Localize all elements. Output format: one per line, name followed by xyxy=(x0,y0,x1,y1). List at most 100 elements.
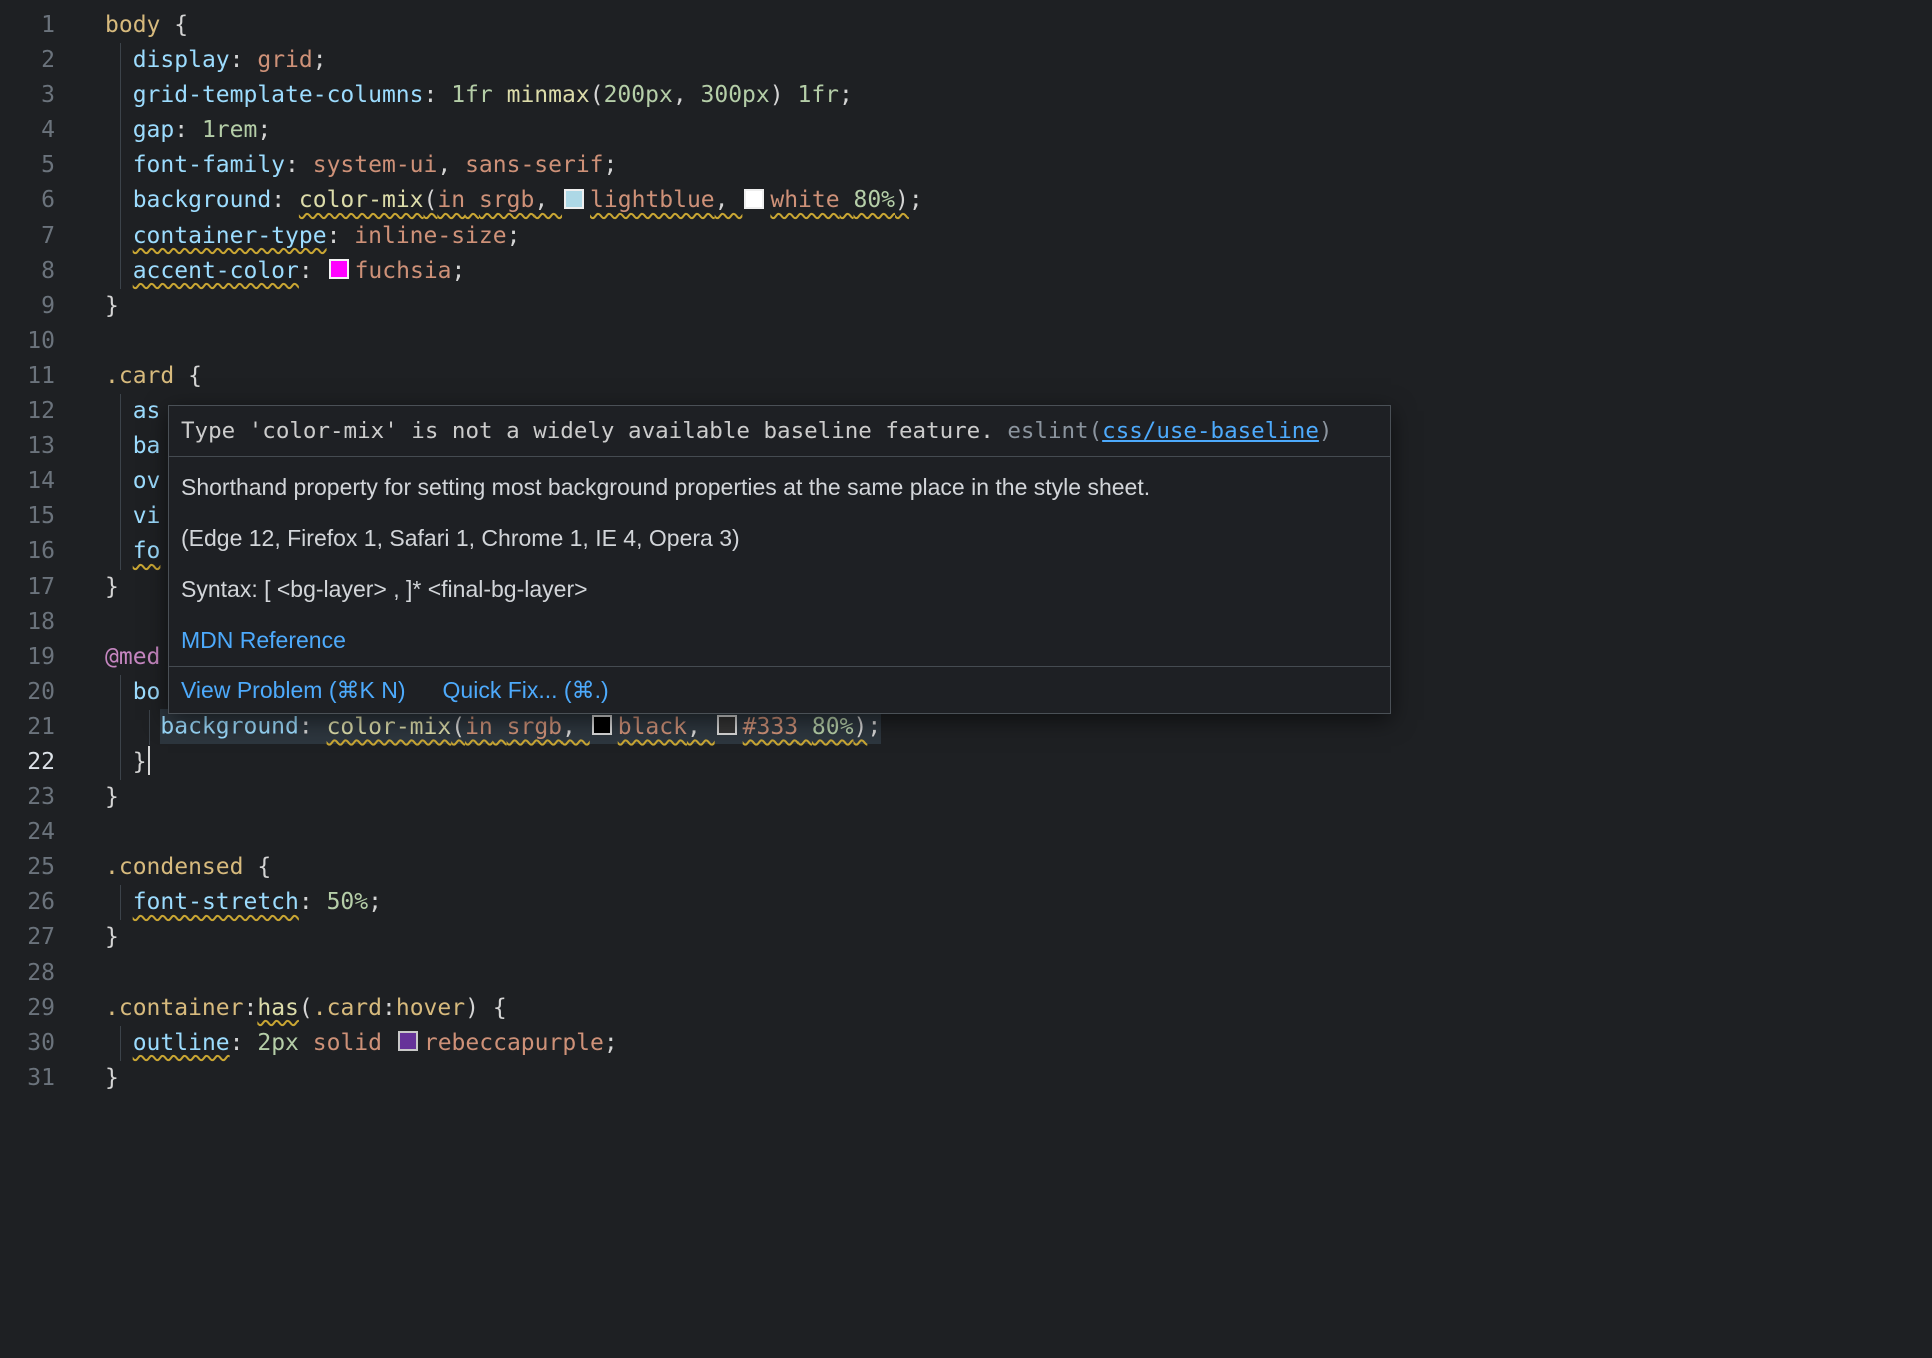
code-token: lightblue xyxy=(590,187,715,213)
code-line[interactable]: 22 } xyxy=(0,745,1932,780)
code-token: font-stretch xyxy=(133,889,299,915)
mdn-reference-link[interactable]: MDN Reference xyxy=(181,627,346,653)
code-text: font-stretch: 50%; xyxy=(105,885,382,920)
hover-action-bar: View Problem (⌘K N) Quick Fix... (⌘.) xyxy=(169,667,1390,713)
line-number: 21 xyxy=(0,710,55,745)
code-token: ; xyxy=(368,889,382,915)
code-line[interactable]: 11.card { xyxy=(0,359,1932,394)
code-token: .card xyxy=(313,995,382,1021)
code-token xyxy=(105,223,133,249)
color-swatch[interactable] xyxy=(717,715,737,735)
code-line[interactable]: 10 xyxy=(0,324,1932,359)
code-line[interactable]: 3 grid-template-columns: 1fr minmax(200p… xyxy=(0,78,1932,113)
code-token: #333 xyxy=(743,714,798,740)
code-text: bo xyxy=(105,675,160,710)
code-line[interactable]: 26 font-stretch: 50%; xyxy=(0,885,1932,920)
code-line[interactable]: 4 gap: 1rem; xyxy=(0,113,1932,148)
code-token: .container xyxy=(105,995,243,1021)
hover-warning-row: Type 'color-mix' is not a widely availab… xyxy=(169,406,1390,456)
code-token: rebeccapurple xyxy=(424,1030,604,1056)
line-number: 28 xyxy=(0,956,55,991)
code-line[interactable]: 27} xyxy=(0,920,1932,955)
code-text: gap: 1rem; xyxy=(105,113,271,148)
line-number: 22 xyxy=(0,745,55,780)
code-line[interactable]: 7 container-type: inline-size; xyxy=(0,219,1932,254)
color-swatch[interactable] xyxy=(744,189,764,209)
code-token: solid xyxy=(313,1030,382,1056)
code-line[interactable]: 23} xyxy=(0,780,1932,815)
code-token: 50% xyxy=(327,889,369,915)
code-token xyxy=(105,258,133,284)
code-token: as xyxy=(133,398,161,424)
code-line[interactable]: 25.condensed { xyxy=(0,850,1932,885)
code-line[interactable]: 30 outline: 2px solid rebeccapurple; xyxy=(0,1026,1932,1061)
code-token: 1fr xyxy=(451,82,493,108)
code-token: } xyxy=(133,749,147,775)
code-line[interactable]: 24 xyxy=(0,815,1932,850)
code-line[interactable]: 6 background: color-mix(in srgb, lightbl… xyxy=(0,183,1932,218)
code-token: grid-template-columns xyxy=(133,82,424,108)
line-number: 7 xyxy=(0,219,55,254)
code-line[interactable]: 1body { xyxy=(0,8,1932,43)
code-token: ; xyxy=(909,187,923,213)
code-token: fuchsia xyxy=(355,258,452,284)
line-number: 15 xyxy=(0,499,55,534)
color-swatch[interactable] xyxy=(398,1031,418,1051)
code-line[interactable]: 2 display: grid; xyxy=(0,43,1932,78)
color-swatch[interactable] xyxy=(564,189,584,209)
code-token: @med xyxy=(105,644,160,670)
code-text: @med xyxy=(105,640,160,675)
code-text: } xyxy=(105,1061,119,1096)
code-text: } xyxy=(105,920,119,955)
color-swatch[interactable] xyxy=(329,259,349,279)
code-token: white xyxy=(770,187,839,213)
syntax-line: Syntax: [ <bg-layer> , ]* <final-bg-laye… xyxy=(181,575,1378,603)
line-number: 18 xyxy=(0,605,55,640)
view-problem-link[interactable]: View Problem (⌘K N) xyxy=(181,676,406,704)
code-token: : xyxy=(327,223,355,249)
code-text: background: color-mix(in srgb, black, #3… xyxy=(105,710,881,745)
code-token: , xyxy=(437,152,465,178)
code-token: color-mix xyxy=(299,187,424,213)
line-number: 23 xyxy=(0,780,55,815)
warning-squiggle: has xyxy=(257,995,299,1021)
code-line[interactable]: 28 xyxy=(0,956,1932,991)
code-text: ov xyxy=(105,464,160,499)
code-token: gap xyxy=(133,117,175,143)
line-number: 10 xyxy=(0,324,55,359)
code-line[interactable]: 21 background: color-mix(in srgb, black,… xyxy=(0,710,1932,745)
code-line[interactable]: 31} xyxy=(0,1061,1932,1096)
code-token xyxy=(105,117,133,143)
warning-squiggle: container-type xyxy=(133,223,327,249)
code-token: , xyxy=(562,714,590,740)
code-line[interactable]: 9} xyxy=(0,289,1932,324)
quick-fix-link[interactable]: Quick Fix... (⌘.) xyxy=(443,676,609,704)
code-token: display xyxy=(133,47,230,73)
text-cursor xyxy=(148,746,150,775)
code-token: ) xyxy=(895,187,909,213)
code-line[interactable]: 5 font-family: system-ui, sans-serif; xyxy=(0,148,1932,183)
property-description: Shorthand property for setting most back… xyxy=(181,473,1378,501)
code-token: body xyxy=(105,12,160,38)
line-number: 6 xyxy=(0,183,55,218)
line-number: 5 xyxy=(0,148,55,183)
code-token: has xyxy=(257,995,299,1021)
line-number: 1 xyxy=(0,8,55,43)
line-number: 2 xyxy=(0,43,55,78)
line-number: 4 xyxy=(0,113,55,148)
code-token xyxy=(105,679,133,705)
code-text: } xyxy=(105,745,150,780)
color-swatch[interactable] xyxy=(592,715,612,735)
code-token: system-ui xyxy=(313,152,438,178)
warning-squiggle: accent-color xyxy=(133,258,299,284)
code-token: : xyxy=(285,152,313,178)
code-line[interactable]: 29.container:has(.card:hover) { xyxy=(0,991,1932,1026)
code-token xyxy=(105,47,133,73)
code-line[interactable]: 8 accent-color: fuchsia; xyxy=(0,254,1932,289)
code-token: sans-serif xyxy=(465,152,603,178)
use-baseline-rule-link[interactable]: css/use-baseline xyxy=(1102,418,1319,444)
hover-warning-message: Type 'color-mix' is not a widely availab… xyxy=(181,418,994,444)
code-token: container-type xyxy=(133,223,327,249)
warning-squiggle: outline xyxy=(133,1030,230,1056)
code-token: ; xyxy=(257,117,271,143)
